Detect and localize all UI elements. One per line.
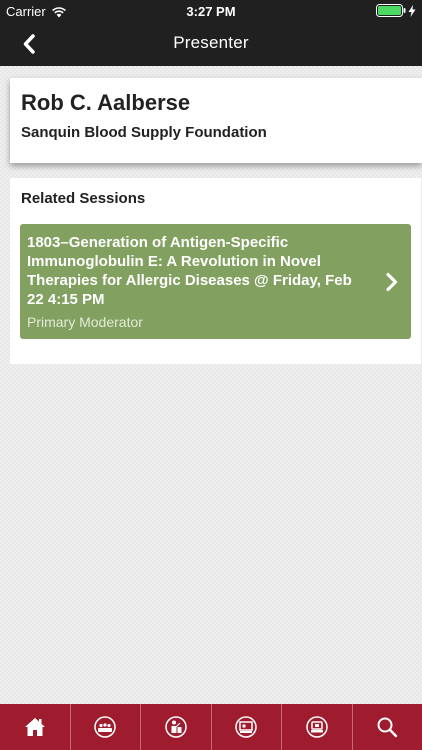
status-bar: Carrier 3:27 PM [0,0,422,22]
session-role: Primary Moderator [27,314,143,330]
presenter-icon [165,716,187,738]
schedule-icon [306,716,328,738]
session-title: 1803–Generation of Antigen-Specific Immu… [27,234,352,308]
top-bar: Carrier 3:27 PM Presenter [0,0,422,66]
related-sessions-heading: Related Sessions [21,190,146,207]
related-sessions-card: Related Sessions 1803–Generation of Anti… [10,178,421,364]
navigation-bar: Presenter [0,22,422,66]
battery-icon [376,4,406,17]
tab-presenters[interactable] [141,704,212,750]
charging-icon [408,4,416,17]
tab-bar [0,704,422,750]
tab-home[interactable] [0,704,71,750]
tab-search[interactable] [353,704,422,750]
exhibit-icon [235,716,257,738]
chevron-right-icon [386,272,398,292]
session-item[interactable]: 1803–Generation of Antigen-Specific Immu… [20,224,411,339]
meeting-icon [94,716,116,738]
page-title: Presenter [173,33,249,52]
home-icon [24,718,45,736]
presenter-name: Rob C. Aalberse [21,90,191,115]
status-time: 3:27 PM [186,4,236,19]
tab-schedule[interactable] [282,704,353,750]
presenter-card: Rob C. Aalberse Sanquin Blood Supply Fou… [10,78,422,163]
tab-exhibits[interactable] [212,704,282,750]
tab-sessions[interactable] [71,704,141,750]
search-icon [377,717,398,738]
status-right [376,4,416,17]
presenter-organization: Sanquin Blood Supply Foundation [21,124,267,141]
